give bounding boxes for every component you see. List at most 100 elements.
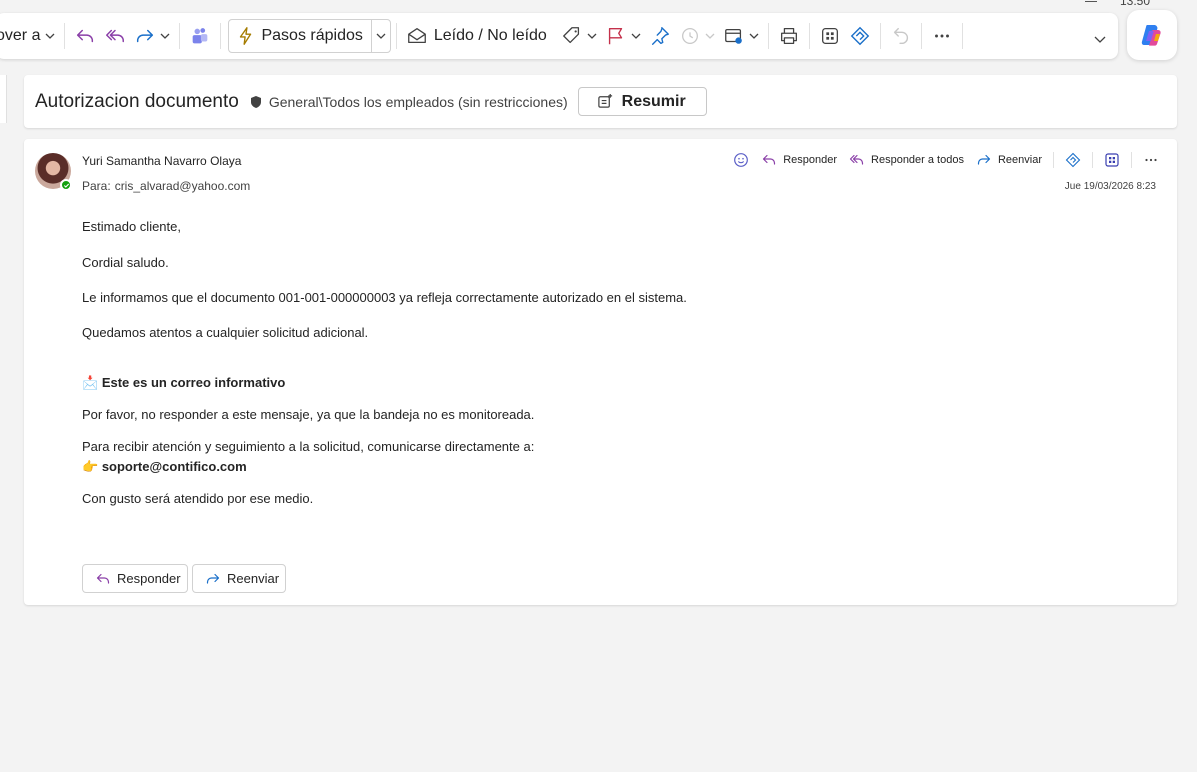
more-icon: [1143, 152, 1159, 168]
subject-bar: Autorizacion documento General\Todos los…: [24, 75, 1177, 128]
message-subject: Autorizacion documento: [35, 90, 239, 112]
actions-divider: [1053, 152, 1054, 168]
pin-button[interactable]: [645, 20, 675, 52]
pointing-hand-emoji: 👉: [82, 459, 99, 474]
chevron-down-icon[interactable]: [372, 31, 390, 41]
presence-available-icon: [60, 179, 72, 191]
sender-name[interactable]: Yuri Samantha Navarro Olaya: [82, 154, 241, 168]
forward-action-label: Reenviar: [997, 154, 1042, 166]
undo-button[interactable]: [886, 20, 916, 52]
print-button[interactable]: [774, 20, 804, 52]
footer-reply-button[interactable]: Responder: [82, 564, 188, 593]
reply-button[interactable]: [70, 20, 100, 52]
reply-all-icon: [849, 152, 865, 168]
loop-icon: [849, 25, 871, 47]
footer-forward-label: Reenviar: [227, 571, 280, 586]
chevron-down-icon: [160, 31, 170, 41]
folder-pane-edge: [0, 75, 7, 123]
apps-grid-icon: [819, 25, 841, 47]
incoming-envelope-emoji: 📩: [82, 375, 99, 390]
copilot-button[interactable]: [1127, 10, 1177, 60]
rules-button[interactable]: [719, 20, 763, 52]
move-to-label: over a: [0, 27, 41, 44]
quick-steps-label: Pasos rápidos: [261, 27, 363, 44]
read-unread-label: Leído / No leído: [433, 27, 547, 44]
ribbon-divider: [920, 23, 922, 49]
reply-all-action-button[interactable]: Responder a todos: [843, 152, 970, 168]
apps-grid-icon: [1104, 152, 1120, 168]
read-unread-button[interactable]: Leído / No leído: [402, 20, 551, 52]
chevron-down-icon: [45, 31, 55, 41]
body-no-reply: Por favor, no responder a este mensaje, …: [82, 407, 535, 422]
body-salutation: Cordial saludo.: [82, 255, 169, 270]
reply-action-button[interactable]: Responder: [755, 152, 843, 168]
chevron-down-icon: [749, 31, 759, 41]
body-attentive: Quedamos atentos a cualquier solicitud a…: [82, 325, 369, 340]
recipient-address[interactable]: cris_alvarad@yahoo.com: [115, 179, 251, 193]
ribbon-expand-button[interactable]: [1094, 33, 1106, 45]
body-greeting: Estimado cliente,: [82, 219, 181, 234]
contact-email-link[interactable]: soporte@contifico.com: [102, 459, 247, 474]
reply-icon: [761, 152, 777, 168]
minimize-glyph[interactable]: [1085, 1, 1097, 2]
envelope-open-icon: [406, 25, 428, 47]
reply-action-label: Responder: [783, 154, 838, 166]
message-date: Jue 19/03/2026 8:23: [1064, 181, 1156, 192]
snooze-button[interactable]: [675, 20, 719, 52]
to-label: Para:: [82, 179, 111, 193]
smiley-icon: [733, 152, 749, 168]
teams-share-button[interactable]: [185, 20, 215, 52]
loop-button[interactable]: [845, 20, 875, 52]
move-to-button[interactable]: over a: [0, 20, 59, 52]
ribbon-toolbar: over a Pasos rápidos Leído / No leído: [0, 13, 1118, 59]
forward-button[interactable]: [130, 20, 174, 52]
reply-icon: [95, 571, 111, 587]
sensitivity-label[interactable]: General\Todos los empleados (sin restric…: [269, 94, 568, 110]
ribbon-divider: [395, 23, 397, 49]
ribbon-divider: [220, 23, 222, 49]
flag-button[interactable]: [601, 20, 645, 52]
chevron-down-icon: [705, 31, 715, 41]
forward-icon: [134, 25, 156, 47]
footer-forward-button[interactable]: Reenviar: [192, 564, 286, 593]
forward-action-button[interactable]: Reenviar: [970, 152, 1048, 168]
apps-button[interactable]: [815, 20, 845, 52]
ribbon-divider: [767, 23, 769, 49]
more-actions-button[interactable]: [1137, 152, 1165, 168]
actions-divider: [1131, 152, 1132, 168]
quick-steps-button[interactable]: Pasos rápidos: [228, 19, 391, 53]
apps-action-button[interactable]: [1098, 152, 1126, 168]
more-options-button[interactable]: [927, 20, 957, 52]
reply-all-button[interactable]: [100, 20, 130, 52]
chevron-down-icon: [587, 31, 597, 41]
taskbar-sliver: 13:50: [0, 0, 1197, 12]
shield-icon: [249, 95, 263, 109]
clock-time: 13:50: [1119, 0, 1150, 8]
body-contact-intro: Para recibir atención y seguimiento a la…: [82, 439, 535, 454]
message-card: Yuri Samantha Navarro Olaya Para: cris_al…: [24, 139, 1177, 605]
ribbon-divider: [179, 23, 181, 49]
body-info: Le informamos que el documento 001-001-0…: [82, 290, 687, 305]
footer-reply-label: Responder: [117, 571, 181, 586]
message-actions: Responder Responder a todos Reenviar: [727, 151, 1165, 169]
reply-icon: [74, 25, 96, 47]
summarize-button[interactable]: Resumir: [577, 87, 707, 116]
clock-icon: [679, 25, 701, 47]
lightning-icon: [235, 25, 257, 47]
loop-icon: [1065, 152, 1081, 168]
ribbon-divider: [808, 23, 810, 49]
loop-action-button[interactable]: [1059, 152, 1087, 168]
ribbon-divider: [961, 23, 963, 49]
pin-icon: [649, 25, 671, 47]
notice-title: Este es un correo informativo: [101, 375, 286, 390]
teams-icon: [189, 25, 211, 47]
undo-icon: [890, 25, 912, 47]
forward-icon: [205, 571, 221, 587]
ribbon-divider: [879, 23, 881, 49]
contact-line: 👉 soporte@contifico.com: [82, 459, 247, 475]
categorize-button[interactable]: [557, 20, 601, 52]
tag-icon: [561, 25, 583, 47]
body-closing: Con gusto será atendido por ese medio.: [82, 491, 314, 506]
reaction-button[interactable]: [727, 152, 755, 168]
forward-icon: [976, 152, 992, 168]
